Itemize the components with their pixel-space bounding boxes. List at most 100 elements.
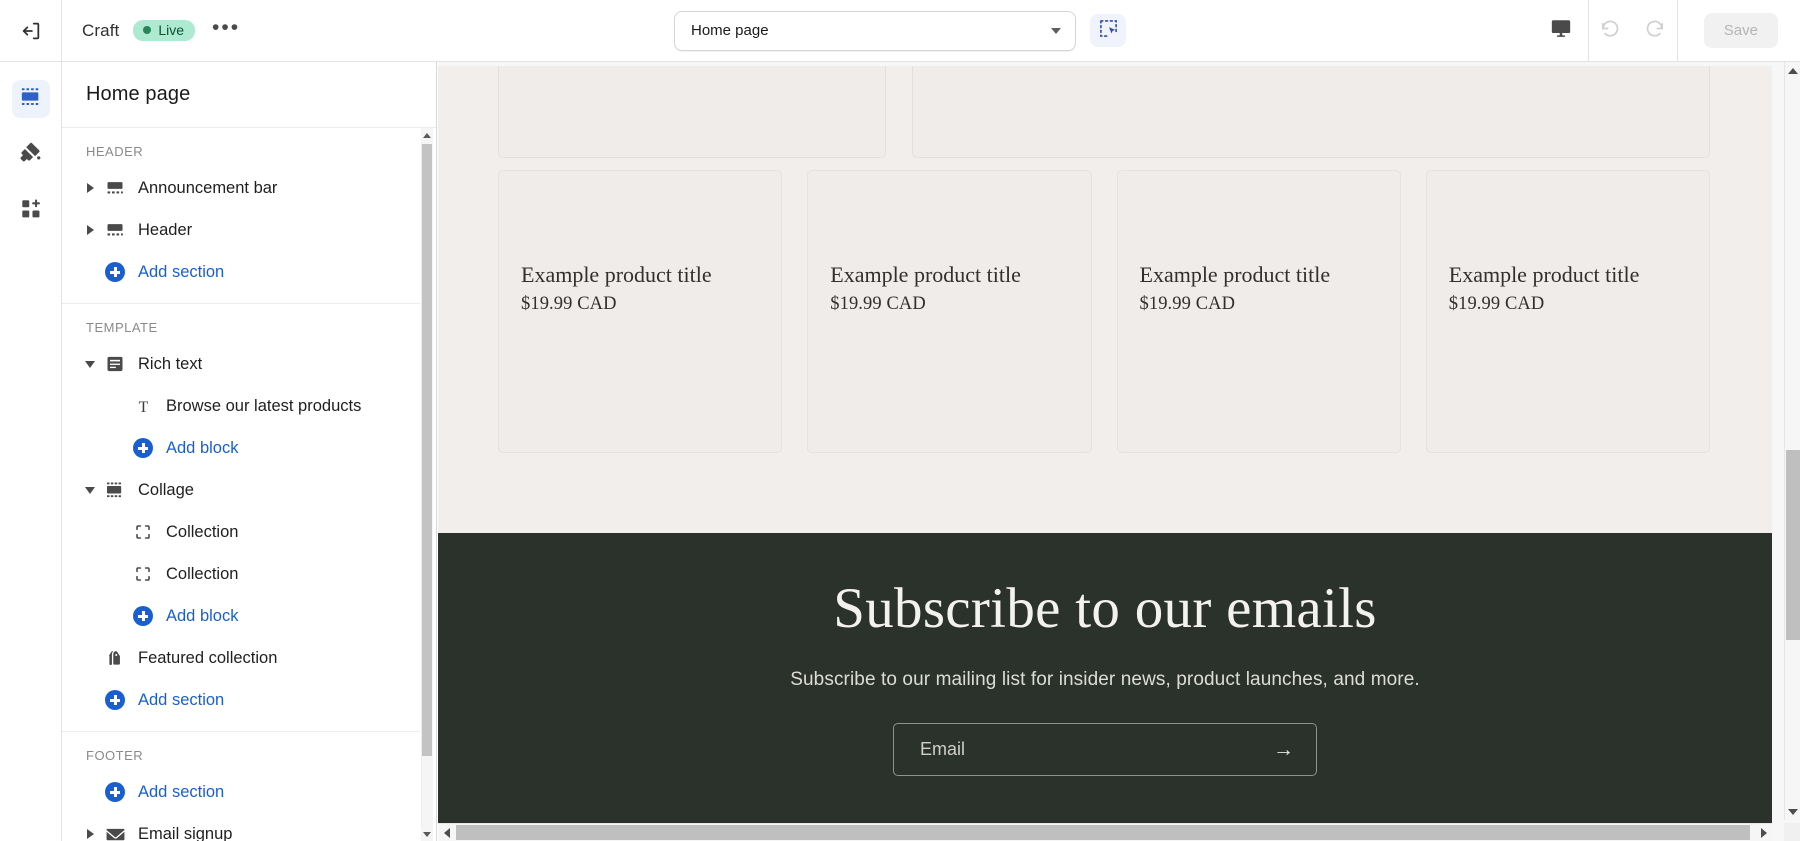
sidebar-group-template: TEMPLATE Rich text T Browse our latest prod… bbox=[62, 304, 420, 732]
plus-circle-icon bbox=[128, 438, 158, 458]
sidebar-item-browse-our-latest-products[interactable]: T Browse our latest products bbox=[62, 385, 420, 427]
topbar-right-group: Save bbox=[1534, 0, 1800, 61]
apps-grid-icon bbox=[20, 198, 42, 225]
sidebar-scrollbar-thumb[interactable] bbox=[422, 144, 432, 756]
rail-item-theme-settings[interactable] bbox=[12, 136, 50, 174]
exit-editor-button[interactable] bbox=[0, 0, 62, 61]
product-title: Example product title bbox=[521, 262, 712, 287]
sidebar-item-label: Rich text bbox=[138, 354, 203, 373]
sidebar-add-section-button[interactable]: Add section bbox=[62, 251, 420, 293]
page-selector-value: Home page bbox=[691, 22, 769, 39]
sidebar-group-label: FOOTER bbox=[86, 748, 144, 763]
product-card[interactable]: Example product title $19.99 CAD bbox=[498, 170, 783, 453]
sidebar-item-label: Collection bbox=[166, 522, 239, 541]
sidebar-item-label: Collage bbox=[138, 480, 194, 499]
disclosure-toggle[interactable] bbox=[80, 225, 100, 235]
sidebar-item-label: Announcement bar bbox=[138, 178, 278, 197]
product-card[interactable]: Example product title $19.99 CAD bbox=[1425, 170, 1710, 453]
sidebar-scroll-up-button[interactable] bbox=[421, 128, 433, 142]
disclosure-toggle[interactable] bbox=[80, 829, 100, 839]
chevron-right-icon bbox=[86, 829, 94, 839]
preview-scroll-up-button[interactable] bbox=[1785, 62, 1800, 79]
live-dot-icon bbox=[143, 26, 152, 34]
undo-button[interactable] bbox=[1589, 0, 1633, 61]
sidebar-add-section-button[interactable]: Add section bbox=[62, 771, 420, 813]
preview-pane: Example product title $19.99 CAD Example p… bbox=[438, 62, 1800, 841]
preview-scroll-down-button[interactable] bbox=[1785, 803, 1800, 820]
page-selector[interactable]: Home page bbox=[674, 10, 1076, 51]
email-input-field[interactable]: Email → bbox=[893, 723, 1317, 776]
collage-block-2[interactable] bbox=[912, 66, 1710, 158]
email-envelope-icon bbox=[100, 824, 130, 841]
plus-circle-icon bbox=[100, 782, 130, 802]
more-options-button[interactable]: ••• bbox=[209, 16, 243, 46]
sidebar-item-collection[interactable]: Collection bbox=[62, 553, 420, 595]
sidebar-item-label: Browse our latest products bbox=[166, 396, 362, 415]
sidebar-item-collage[interactable]: Collage bbox=[62, 469, 420, 511]
sidebar-item-collection[interactable]: Collection bbox=[62, 511, 420, 553]
sidebar-add-section-button[interactable]: Add section bbox=[62, 679, 420, 721]
rich-text-icon bbox=[100, 354, 130, 374]
email-signup-section[interactable]: Subscribe to our emails Subscribe to our… bbox=[438, 533, 1772, 824]
preview-scroll-left-button[interactable] bbox=[438, 824, 455, 841]
arrow-right-icon[interactable]: → bbox=[1273, 738, 1294, 762]
redo-button[interactable] bbox=[1633, 0, 1677, 61]
product-card[interactable]: Example product title $19.99 CAD bbox=[807, 170, 1092, 453]
sidebar-item-header[interactable]: Header bbox=[62, 209, 420, 251]
desktop-preview-button[interactable] bbox=[1534, 0, 1588, 61]
product-card-text: Example product title $19.99 CAD bbox=[1139, 262, 1386, 315]
save-button[interactable]: Save bbox=[1703, 13, 1778, 48]
preview-horizontal-scrollbar-thumb[interactable] bbox=[456, 825, 1750, 840]
sidebar-item-label: Header bbox=[138, 220, 193, 239]
plus-circle-icon bbox=[100, 690, 130, 710]
chevron-down-icon bbox=[1051, 27, 1061, 34]
preview-vertical-scrollbar[interactable] bbox=[1784, 62, 1800, 820]
disclosure-toggle[interactable] bbox=[80, 183, 100, 193]
sidebar-item-label: Add block bbox=[166, 606, 239, 625]
sidebar-group-label: HEADER bbox=[86, 144, 144, 159]
sidebar-title: Home page bbox=[62, 62, 436, 128]
sidebar-item-announcement-bar[interactable]: Announcement bar bbox=[62, 167, 420, 209]
storefront-canvas: Example product title $19.99 CAD Example p… bbox=[438, 66, 1772, 824]
text-icon: T bbox=[128, 397, 158, 416]
product-card-text: Example product title $19.99 CAD bbox=[1449, 262, 1695, 315]
select-element-button[interactable] bbox=[1090, 14, 1126, 47]
product-card-text: Example product title $19.99 CAD bbox=[521, 262, 767, 315]
rail-item-apps[interactable] bbox=[12, 192, 50, 230]
rail-item-sections[interactable] bbox=[11, 80, 50, 118]
collection-icon bbox=[128, 523, 158, 541]
product-title: Example product title bbox=[830, 262, 1021, 287]
header-icon bbox=[100, 220, 130, 240]
sidebar-item-label: Add section bbox=[138, 262, 225, 281]
product-price: $19.99 CAD bbox=[830, 294, 926, 315]
sidebar-add-block-button[interactable]: Add block bbox=[62, 427, 420, 469]
subscribe-subtext: Subscribe to our mailing list for inside… bbox=[790, 669, 1420, 690]
product-card-text: Example product title $19.99 CAD bbox=[830, 262, 1076, 315]
collage-section-preview[interactable] bbox=[498, 66, 1710, 158]
topbar-center-group: Home page bbox=[0, 0, 1800, 61]
sidebar-scroll-area: HEADER Announcement bar Header Add section T… bbox=[62, 128, 436, 841]
disclosure-toggle[interactable] bbox=[80, 360, 100, 368]
sidebar-item-label: Add section bbox=[138, 690, 225, 709]
status-badge: Live bbox=[133, 20, 196, 41]
preview-scroll-right-button[interactable] bbox=[1755, 824, 1772, 841]
svg-text:T: T bbox=[138, 399, 148, 416]
sidebar-scrollbar[interactable] bbox=[421, 128, 433, 841]
sidebar-scroll-down-button[interactable] bbox=[421, 827, 433, 841]
featured-collection-grid: Example product title $19.99 CAD Example p… bbox=[498, 170, 1710, 453]
plus-circle-icon bbox=[128, 606, 158, 626]
disclosure-toggle[interactable] bbox=[80, 486, 100, 494]
undo-icon bbox=[1599, 17, 1622, 45]
toolbar-divider-2 bbox=[1676, 0, 1678, 61]
featured-collection-icon bbox=[100, 648, 130, 668]
sidebar-add-block-button[interactable]: Add block bbox=[62, 595, 420, 637]
sidebar-item-featured-collection[interactable]: Featured collection bbox=[62, 637, 420, 679]
collage-block-1[interactable] bbox=[498, 66, 886, 158]
preview-horizontal-scrollbar[interactable] bbox=[438, 823, 1772, 841]
icon-rail bbox=[0, 62, 62, 841]
product-title: Example product title bbox=[1139, 262, 1331, 287]
sidebar-item-email-signup[interactable]: Email signup bbox=[62, 813, 420, 841]
sidebar-item-rich-text[interactable]: Rich text bbox=[62, 343, 420, 385]
product-card[interactable]: Example product title $19.99 CAD bbox=[1116, 170, 1401, 453]
preview-vertical-scrollbar-thumb[interactable] bbox=[1786, 450, 1800, 640]
